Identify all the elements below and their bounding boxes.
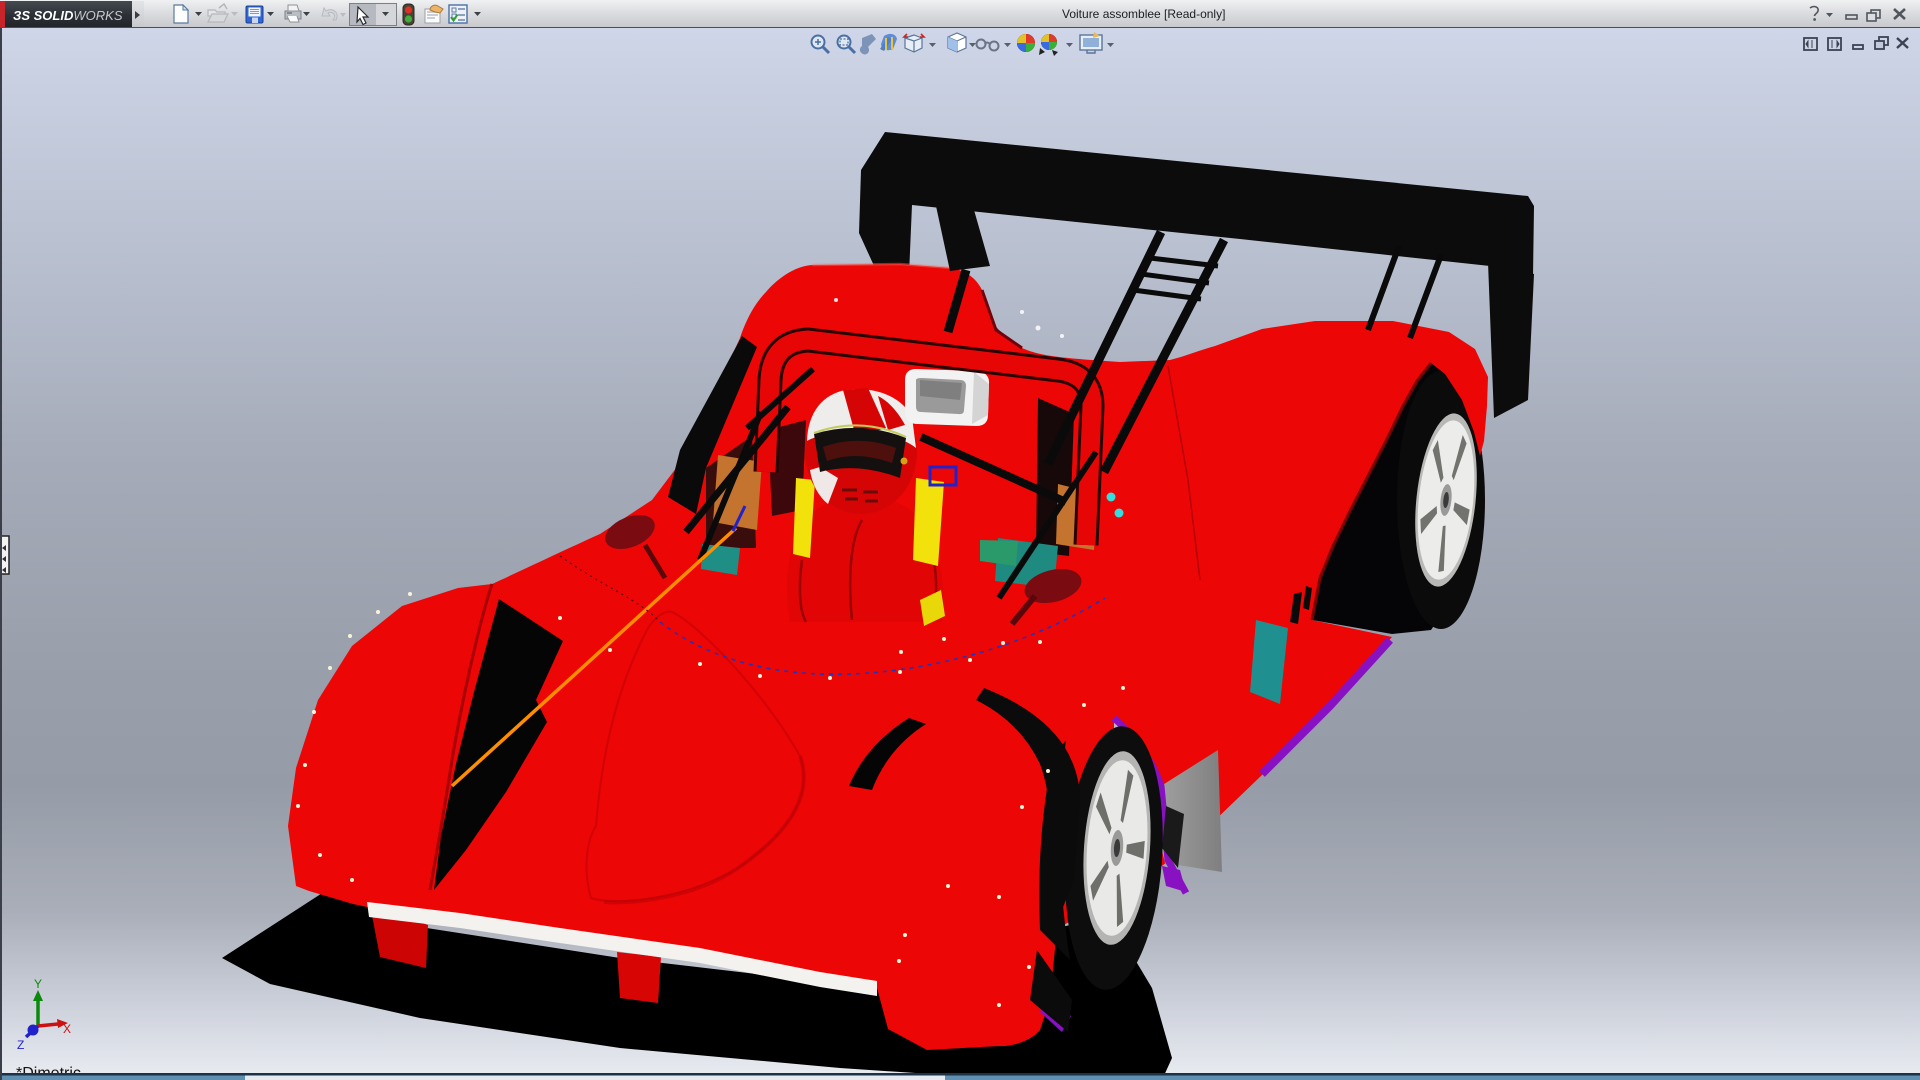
svg-text:Z: Z xyxy=(17,1038,24,1052)
svg-text:X: X xyxy=(63,1022,71,1036)
svg-text:Y: Y xyxy=(34,977,42,991)
